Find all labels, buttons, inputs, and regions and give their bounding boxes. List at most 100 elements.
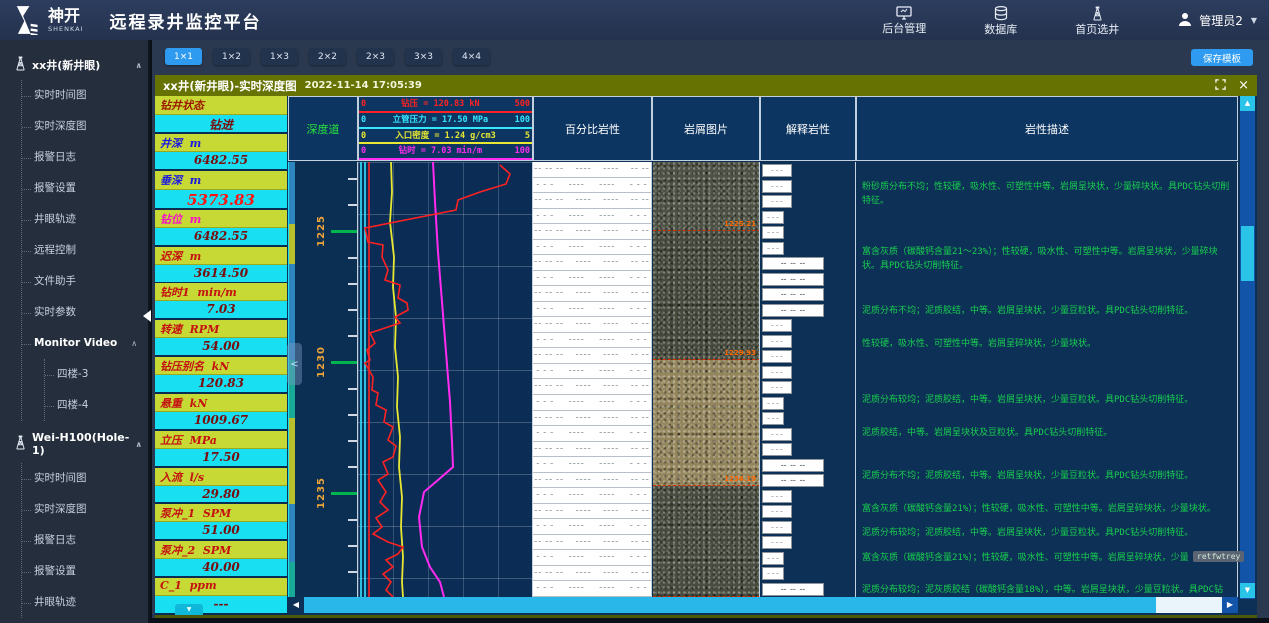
panel-title-bar: xx井(新井眼)-实时深度图 2022-11-14 17:05:39 ×	[155, 75, 1257, 96]
fullscreen-icon[interactable]	[1215, 79, 1226, 93]
lithology-pattern-row: –– –– –– –––– –––– –– ––	[533, 411, 651, 427]
lithology-pattern-row: – – – –––– –––– – – –	[533, 271, 651, 287]
depth-label: 1235	[316, 477, 327, 509]
parameter-more-dropdown[interactable]: ▼	[175, 604, 203, 615]
interp-lithology-block: – – –	[762, 536, 792, 549]
sidebar-well-2[interactable]: Wei-H100(Hole-1)∧	[0, 425, 148, 463]
vertical-scrollbar[interactable]: ▲ ▼	[1240, 96, 1255, 615]
minor-tick	[348, 466, 357, 468]
horizontal-scroll-thumb[interactable]	[304, 597, 1156, 613]
layout-tab-1[interactable]: 1×1	[165, 48, 202, 65]
parameter-value: 51.00	[155, 522, 287, 539]
vertical-scroll-thumb[interactable]	[1241, 226, 1254, 281]
sidebar-item-远程控制[interactable]: 远程控制	[34, 235, 148, 266]
scroll-left-icon[interactable]: ◀	[288, 597, 304, 613]
interp-lithology-block: –– –– ––	[762, 474, 824, 487]
interp-lithology-block: – – –	[762, 164, 792, 177]
minor-tick	[348, 519, 357, 521]
depth-track-header: 深度道	[288, 96, 358, 161]
app-root: 神开 SHENKAI 远程录井监控平台 后台管理数据库首页选井 管理员2 ▼ 1…	[0, 0, 1269, 623]
lith-desc-row-3: 泥质分布不均；泥质胶结，中等。岩屑呈块状，少量豆粒状。具PDC钻头切削特征。	[862, 305, 1230, 319]
layout-tab-3[interactable]: 1×3	[261, 48, 298, 65]
layout-tab-7[interactable]: 4×4	[453, 48, 490, 65]
interp-lithology-block: –– –– ––	[762, 273, 824, 286]
lith-desc-row-2: 富含灰质（碳酸钙含量21～23%）；性较硬，吸水性、可塑性中等。岩屑呈块状，少量…	[862, 246, 1230, 273]
sidebar-item-报警日志[interactable]: 报警日志	[34, 525, 148, 556]
layout-tab-5[interactable]: 2×3	[357, 48, 394, 65]
sidebar-collapse-handle[interactable]	[143, 310, 151, 322]
lithology-pattern-row: –– –– –– –––– –––– –– ––	[533, 162, 651, 178]
curve-legend-row: 0钻时 = 7.03 min/m100	[359, 144, 532, 160]
close-icon[interactable]: ×	[1238, 79, 1249, 92]
sidebar-well-1[interactable]: xx井(新井眼)∧	[0, 50, 148, 80]
user-menu[interactable]: 管理员2 ▼	[1177, 11, 1257, 30]
parameter-block-1: 钻井状态钻进	[155, 96, 287, 134]
sidebar-item-四楼-4[interactable]: 四楼-4	[57, 390, 148, 421]
parameter-label: 转速 RPM	[155, 320, 287, 338]
sidebar-group-Monitor Video[interactable]: Monitor Video∧	[34, 328, 148, 359]
plot-collapse-handle[interactable]: <	[287, 343, 302, 385]
scroll-right-icon[interactable]: ▶	[1222, 597, 1238, 613]
database-icon	[994, 6, 1008, 21]
minor-tick	[348, 414, 357, 416]
brand: 神开 SHENKAI	[0, 5, 84, 35]
lithology-pattern-row: –– –– –– –––– –––– –– ––	[533, 535, 651, 551]
parameter-label: 钻井状态	[155, 96, 287, 115]
layout-tab-2[interactable]: 1×2	[213, 48, 250, 65]
panel-timestamp: 2022-11-14 17:05:39	[305, 80, 422, 91]
sidebar-item-报警设置[interactable]: 报警设置	[34, 173, 148, 204]
curve-min: 0	[361, 114, 366, 127]
sidebar-item-实时参数[interactable]: 实时参数	[34, 297, 148, 328]
nav-item-database[interactable]: 数据库	[984, 6, 1017, 35]
sidebar-item-实时时间图[interactable]: 实时时间图	[34, 80, 148, 111]
shenkai-logo-icon	[12, 5, 40, 35]
curve-label: 立管压力 = 17.50 MPa	[393, 114, 488, 127]
parameter-block-5: 迟深 m3614.50	[155, 247, 287, 284]
curve-legend-row: 0立管压力 = 17.50 MPa100	[359, 113, 532, 129]
lith-desc-row-4: 性较硬，吸水性、可塑性中等。岩屑呈碎块状，少量块状。	[862, 338, 1230, 352]
curves-svg	[358, 162, 533, 597]
layout-tab-4[interactable]: 2×2	[309, 48, 346, 65]
interp-lithology-block: –– –– ––	[762, 459, 824, 472]
interp-lithology-block: – – –	[762, 211, 784, 224]
scroll-down-icon[interactable]: ▼	[1240, 583, 1255, 598]
parameter-value: 5373.83	[155, 190, 287, 208]
group-children: 四楼-3四楼-4	[44, 359, 148, 421]
lithology-pattern-row: – – – –––– –––– – – –	[533, 426, 651, 442]
lithology-pattern-row: –– –– –– –––– –––– –– ––	[533, 193, 651, 209]
minor-tick	[348, 204, 357, 206]
derrick-icon	[14, 56, 27, 74]
major-tick	[331, 230, 357, 233]
horizontal-scrollbar[interactable]: ◀ ▶	[288, 597, 1238, 613]
interp-lithology-block: – – –	[762, 428, 792, 441]
sidebar-item-井眼轨迹[interactable]: 井眼轨迹	[34, 204, 148, 235]
sidebar-item-报警设置[interactable]: 报警设置	[34, 556, 148, 587]
window-buttons: ×	[1215, 75, 1249, 96]
parameter-value: 54.00	[155, 338, 287, 355]
nav-item-label: 首页选井	[1075, 24, 1119, 35]
sidebar-item-实时深度图[interactable]: 实时深度图	[34, 111, 148, 142]
sidebar-item-文件助手[interactable]: 文件助手	[34, 266, 148, 297]
sidebar-item-报警日志[interactable]: 报警日志	[34, 142, 148, 173]
minor-tick	[348, 335, 357, 337]
sidebar-item-井眼轨迹[interactable]: 井眼轨迹	[34, 587, 148, 618]
interp-lithology-block: – – –	[762, 567, 784, 580]
sidebar-item-实时时间图[interactable]: 实时时间图	[34, 463, 148, 494]
nav-item-backend[interactable]: 后台管理	[882, 6, 926, 34]
lithology-pattern-row: – – – –––– –––– – – –	[533, 581, 651, 597]
derrick-icon	[14, 435, 27, 453]
chevron-up-icon: ∧	[136, 61, 143, 70]
sidebar-item-四楼-3[interactable]: 四楼-3	[57, 359, 148, 390]
layout-tab-6[interactable]: 3×3	[405, 48, 442, 65]
scroll-up-icon[interactable]: ▲	[1240, 96, 1255, 111]
minor-tick	[348, 571, 357, 573]
curve-min: 0	[361, 145, 366, 158]
interp-lithology-block: – – –	[762, 490, 792, 503]
save-template-button[interactable]: 保存模板	[1191, 49, 1253, 66]
nav-item-well-select[interactable]: 首页选井	[1075, 6, 1119, 35]
lithology-pattern-row: – – – –––– –––– – – –	[533, 302, 651, 318]
lithology-pattern-row: – – – –––– –––– – – –	[533, 209, 651, 225]
parameter-value: 6482.55	[155, 152, 287, 169]
sidebar-item-实时深度图[interactable]: 实时深度图	[34, 494, 148, 525]
parameter-label: 入流 l/s	[155, 468, 287, 486]
